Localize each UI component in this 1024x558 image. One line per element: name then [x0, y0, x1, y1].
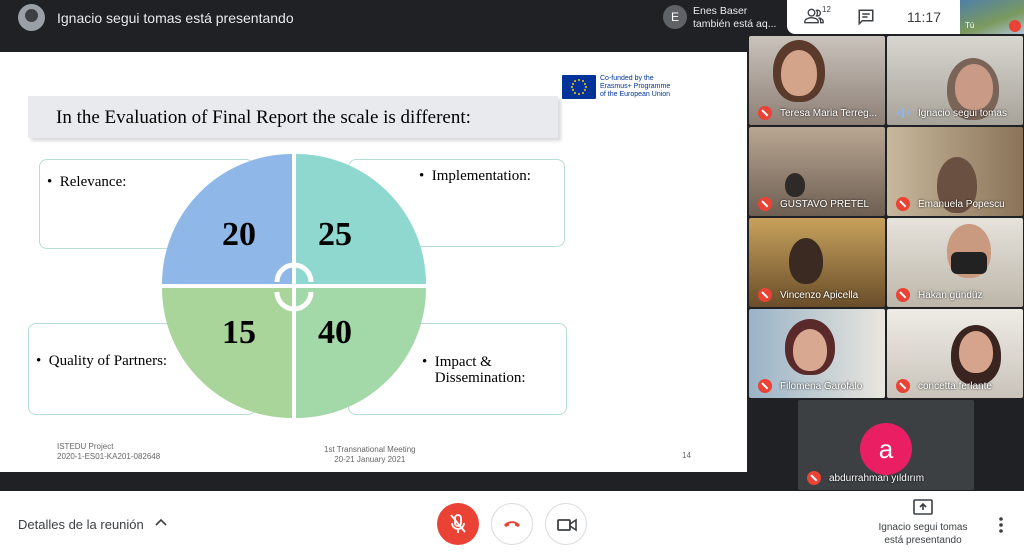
mic-off-icon	[896, 197, 910, 211]
mic-off-icon	[758, 379, 772, 393]
impact-label: • Impact & Dissemination:	[422, 354, 526, 386]
hang-up-icon	[504, 521, 520, 527]
mic-off-icon	[1009, 20, 1021, 32]
chat-icon	[858, 9, 874, 26]
participant-tile[interactable]: GUSTAVO PRETEL	[749, 127, 885, 216]
slide-footer-meeting: 1st Transnational Meeting 20-21 January …	[324, 445, 416, 464]
quality-label: • Quality of Partners:	[36, 353, 168, 369]
participant-name: Vincenzo Apicella	[780, 290, 859, 301]
mic-off-icon	[450, 514, 466, 533]
people-button[interactable]: 12	[804, 5, 832, 28]
mic-off-icon	[758, 288, 772, 302]
mic-off-icon	[896, 288, 910, 302]
participant-name: Ignacio segui tomas	[918, 108, 1007, 119]
participant-name: GUSTAVO PRETEL	[780, 199, 870, 210]
participant-tile[interactable]: Emanuela Popescu	[887, 127, 1023, 216]
impact-text: Impact & Dissemination:	[434, 354, 526, 386]
participants-count: 12	[822, 5, 831, 14]
self-label: Tú	[965, 21, 975, 30]
participant-avatar: a	[860, 423, 912, 475]
participant-tile[interactable]: Filomena Garofalo	[749, 309, 885, 398]
participant-name: concetta ferlante	[918, 381, 992, 392]
join-notification[interactable]: E Enes Baser también está aq...	[657, 0, 787, 34]
mic-off-icon	[758, 106, 772, 120]
presenting-text: Ignacio segui tomas está presentando	[57, 10, 294, 26]
participant-tile[interactable]: Ignacio segui tomas	[887, 36, 1023, 125]
top-bar: Ignacio segui tomas está presentando E E…	[0, 0, 1024, 36]
mic-toggle-button[interactable]	[437, 503, 479, 545]
bottom-bar: Detalles de la reunión Ignacio segui tom…	[0, 491, 1024, 558]
participant-tile[interactable]: Teresa Maria Terreg...	[749, 36, 885, 125]
presentation-slide: Co-funded by the Erasmus+ Programme of t…	[0, 52, 747, 472]
presenting-status[interactable]: Ignacio segui tomas está presentando	[866, 521, 980, 547]
more-options-icon[interactable]	[997, 515, 1005, 535]
eu-cofunded-text: Co-funded by the Erasmus+ Programme of t…	[600, 75, 671, 98]
meeting-details-button[interactable]: Detalles de la reunión	[18, 517, 144, 532]
clock-time: 11:17	[907, 9, 941, 25]
notification-text: Enes Baser también está aq...	[693, 5, 777, 30]
implementation-text: Implementation:	[431, 168, 531, 184]
participant-grid: Teresa Maria Terreg... Ignacio segui tom…	[748, 36, 1024, 491]
self-view-tile[interactable]: Tú	[960, 0, 1024, 34]
relevance-label: • Relevance:	[47, 174, 127, 190]
score-relevance: 20	[222, 216, 256, 253]
present-screen-icon[interactable]	[913, 499, 933, 515]
mic-off-icon	[758, 197, 772, 211]
score-implementation: 25	[318, 216, 352, 253]
score-impact: 40	[318, 314, 352, 351]
people-icon	[804, 8, 824, 24]
participant-name: Hakan gündüz	[918, 290, 983, 301]
slide-footer-project: ISTEDU Project 2020-1-ES01-KA201-082648	[57, 442, 161, 461]
camera-toggle-button[interactable]	[545, 503, 587, 545]
presenter-avatar	[18, 4, 45, 31]
camera-icon	[557, 518, 577, 532]
participant-name: Teresa Maria Terreg...	[780, 108, 878, 119]
top-controls: 12 11:17	[787, 0, 960, 34]
cycle-arrows-icon	[274, 262, 314, 312]
eu-flag-logo	[562, 75, 596, 99]
participant-tile[interactable]: Hakan gündüz	[887, 218, 1023, 307]
mic-off-icon	[896, 379, 910, 393]
speaking-indicator-icon	[897, 108, 909, 118]
participant-tile[interactable]: concetta ferlante	[887, 309, 1023, 398]
score-quality: 15	[222, 314, 256, 351]
participant-tile[interactable]: Vincenzo Apicella	[749, 218, 885, 307]
chat-button[interactable]	[857, 8, 875, 26]
slide-title-box: In the Evaluation of Final Report the sc…	[28, 96, 558, 138]
quality-text: Quality of Partners:	[48, 353, 168, 369]
chevron-up-icon[interactable]	[155, 517, 167, 529]
leave-call-button[interactable]	[491, 503, 533, 545]
notification-avatar: E	[663, 5, 687, 29]
slide-page-number: 14	[682, 451, 691, 460]
participant-name: Emanuela Popescu	[918, 199, 1005, 210]
relevance-text: Relevance:	[59, 174, 127, 190]
mic-off-icon	[807, 471, 821, 485]
participant-name: Filomena Garofalo	[780, 381, 863, 392]
slide-title: In the Evaluation of Final Report the sc…	[56, 107, 471, 128]
implementation-label: • Implementation:	[419, 168, 531, 184]
participant-name: abdurrahman yıldırım	[829, 473, 925, 484]
